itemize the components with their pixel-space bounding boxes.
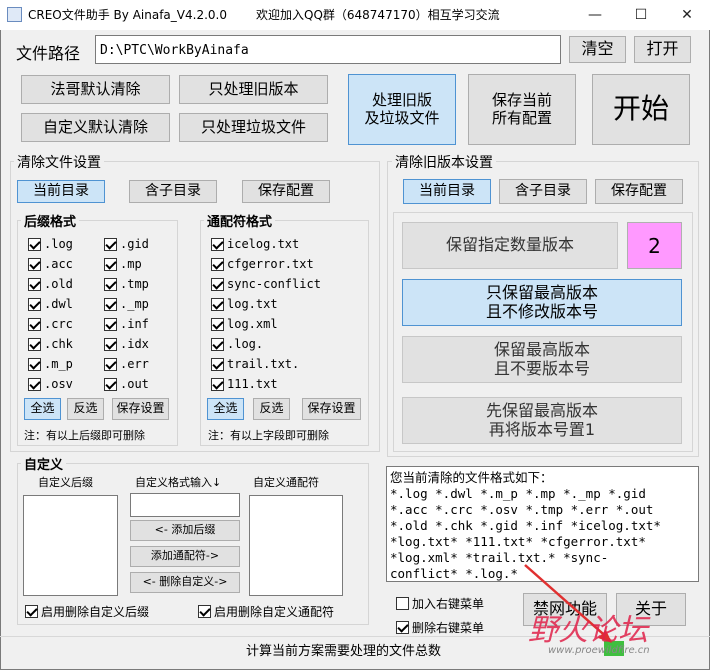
watermark-text: 野火论坛 xyxy=(528,613,648,648)
watermark-arrow xyxy=(524,564,612,643)
watermark-url: www.proewildfire.cn xyxy=(548,645,650,656)
